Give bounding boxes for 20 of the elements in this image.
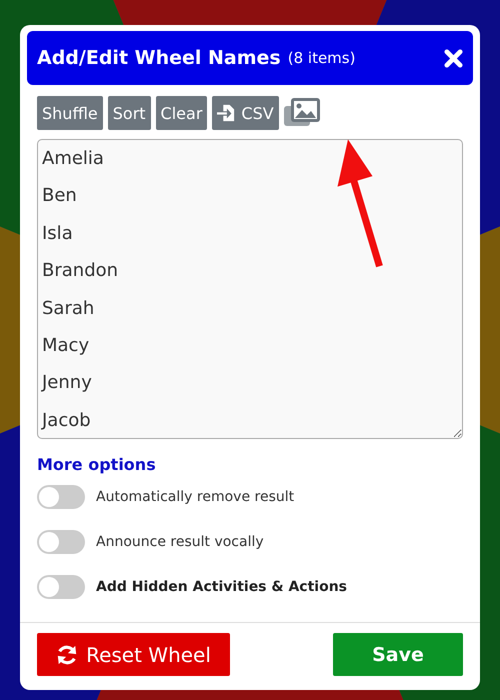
csv-button[interactable]: CSV [212,96,279,130]
toolbar-button[interactable]: Shuffle [37,96,103,130]
toggle-switch[interactable] [37,484,85,508]
toggle-label: Automatically remove result [96,488,294,504]
dialog-title: Add/Edit Wheel Names [37,47,281,69]
reset-button[interactable]: Reset Wheel [37,633,230,676]
file-import-icon [217,104,236,122]
names-field[interactable]: Amelia Ben Isla Brandon Sarah Macy Jenny Jacob [37,139,463,439]
toolbar-button[interactable]: Clear [156,96,208,130]
save-button[interactable]: Save [333,633,463,676]
toggle-label: Add Hidden Activities & Actions [96,578,348,594]
item-count: (8 items) [288,49,356,67]
toggle-label: Announce result vocally [96,534,264,550]
close-button[interactable] [444,48,463,68]
refresh-icon [56,644,78,666]
toggle-switch[interactable] [37,574,85,598]
image-button[interactable] [284,98,320,128]
toolbar-button[interactable]: Sort [108,96,151,130]
more-options-link[interactable]: More options [37,455,463,474]
toggle-switch[interactable] [37,530,85,554]
